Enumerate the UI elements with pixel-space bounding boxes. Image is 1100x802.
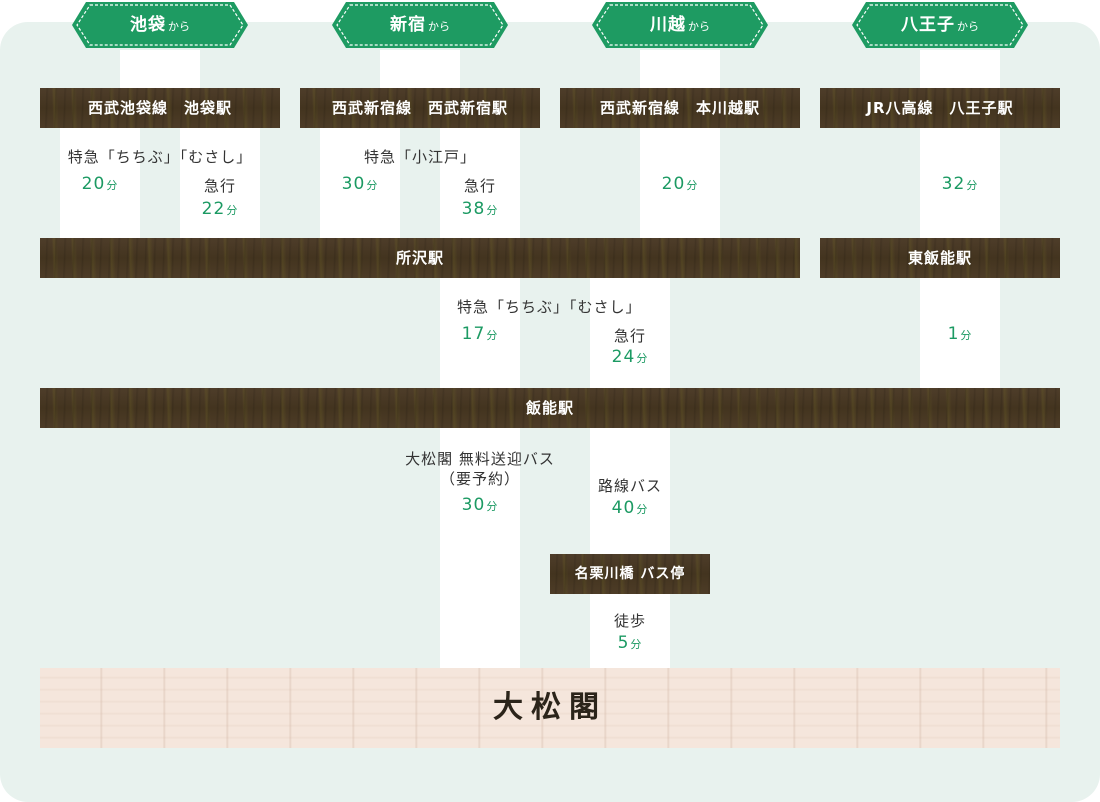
lane-shinjuku-top — [380, 50, 460, 88]
service-label: 特急「小江戸」 — [363, 148, 476, 166]
destination-taishokaku: 大松閣 — [40, 668, 1060, 748]
lane-kawagoe-top — [640, 50, 720, 88]
travel-time: 38分 — [461, 199, 499, 219]
travel-time: 1分 — [947, 324, 973, 344]
service-label: 特急「ちちぶ」「むさし」 — [67, 148, 253, 166]
origin-label: 川越 から — [650, 15, 710, 35]
travel-time: 22分 — [201, 199, 239, 219]
travel-time: 32分 — [941, 174, 979, 194]
origin-tab-hachioji: 八王子 から — [850, 0, 1030, 50]
travel-time: 20分 — [81, 174, 119, 194]
travel-time: 24分 — [611, 347, 649, 367]
express-label: 急行 — [463, 177, 496, 195]
travel-time: 30分 — [461, 495, 499, 515]
station-higashi-hanno: 東飯能駅 — [820, 238, 1060, 278]
lane-ikebukuro-top — [120, 50, 200, 88]
origin-label: 新宿 から — [390, 15, 450, 35]
lane-walk — [590, 594, 670, 668]
travel-time: 5分 — [617, 633, 643, 653]
origin-tab-ikebukuro: 池袋 から — [70, 0, 250, 50]
station-seibu-shinjuku: 西武新宿線 西武新宿駅 — [300, 88, 540, 128]
origin-tab-kawagoe: 川越 から — [590, 0, 770, 50]
station-hanno: 飯能駅 — [40, 388, 1060, 428]
express-label: 急行 — [613, 327, 646, 345]
station-ikebukuro: 西武池袋線 池袋駅 — [40, 88, 280, 128]
station-hachioji: JR八高線 八王子駅 — [820, 88, 1060, 128]
express-label: 急行 — [203, 177, 236, 195]
shuttle-bus-note: （要予約） — [439, 470, 520, 488]
bus-stop-naguri-kawabashi: 名栗川橋 バス停 — [550, 554, 710, 594]
shuttle-bus-label: 大松閣 無料送迎バス — [405, 450, 555, 468]
travel-time: 30分 — [341, 174, 379, 194]
travel-time: 17分 — [461, 324, 499, 344]
origin-label: 八王子 から — [901, 15, 979, 35]
travel-time: 40分 — [611, 498, 649, 518]
origin-tab-shinjuku: 新宿 から — [330, 0, 510, 50]
walk-label: 徒歩 — [613, 612, 646, 630]
route-bus-label: 路線バス — [597, 477, 662, 495]
station-hon-kawagoe: 西武新宿線 本川越駅 — [560, 88, 800, 128]
travel-time: 20分 — [661, 174, 699, 194]
service-label: 特急「ちちぶ」「むさし」 — [457, 298, 642, 316]
lane-hachioji-top — [920, 50, 1000, 88]
origin-label: 池袋 から — [130, 15, 190, 35]
station-tokorozawa: 所沢駅 — [40, 238, 800, 278]
